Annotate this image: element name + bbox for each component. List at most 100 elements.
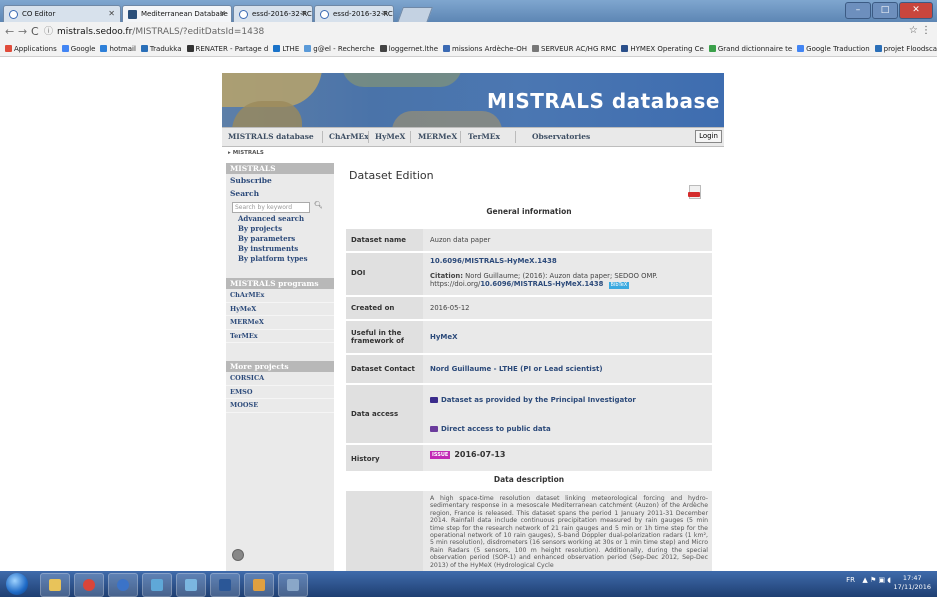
tray-icons[interactable]: ▲ ⚑ ▣ ◖: [862, 576, 891, 584]
app-icon[interactable]: [176, 573, 206, 597]
firefox-icon[interactable]: [108, 573, 138, 597]
search-icon[interactable]: 🔍︎: [314, 201, 323, 209]
back-icon[interactable]: ←: [5, 25, 14, 39]
section-data-description: Data description: [493, 475, 565, 484]
minimize-icon[interactable]: –: [845, 2, 871, 19]
bookmark-item[interactable]: Google Traduction: [797, 42, 870, 56]
nav-hymex[interactable]: HyMeX: [375, 128, 405, 146]
sidebar-by-platform-types[interactable]: By platform types: [226, 254, 334, 264]
folder-icon: [430, 397, 438, 403]
bookmark-item[interactable]: Google: [61, 42, 95, 56]
close-tab-icon[interactable]: ✕: [300, 6, 307, 22]
bookmark-item[interactable]: SERVEUR AC/HG RMC: [532, 42, 616, 56]
bookmark-icon: [273, 45, 281, 52]
nav-mermex[interactable]: MERMeX: [418, 128, 457, 146]
favicon-icon: [239, 10, 248, 19]
tool-icon[interactable]: [278, 573, 308, 597]
url-field[interactable]: mistrals.sedoo.fr/MISTRALS/?editDatsId=1…: [57, 25, 264, 39]
sidebar-by-projects[interactable]: By projects: [226, 224, 334, 234]
sidebar-by-parameters[interactable]: By parameters: [226, 234, 334, 244]
maximize-icon[interactable]: □: [872, 2, 898, 19]
network-icon[interactable]: [142, 573, 172, 597]
info-icon[interactable]: ⓘ: [44, 25, 53, 39]
browser-tab-bar: CO Editor ✕ Mediterranean Database ✕ ess…: [0, 0, 937, 23]
breadcrumb-mistrals[interactable]: MISTRALS: [233, 150, 264, 156]
tab-pdf-rc1[interactable]: essd-2016-32-RC1.pdf ✕: [314, 5, 394, 22]
bookmark-item[interactable]: Grand dictionnaire te: [708, 42, 792, 56]
nav-charmex[interactable]: ChArMEx: [329, 128, 369, 146]
paint-icon[interactable]: [244, 573, 274, 597]
extensions-icon[interactable]: ☆ ⋮: [909, 25, 931, 36]
bookmark-item[interactable]: g@el - Recherche: [304, 42, 375, 56]
explorer-icon[interactable]: [40, 573, 70, 597]
tab-co-editor[interactable]: CO Editor ✕: [3, 5, 121, 22]
clock[interactable]: 17:47 17/11/2016: [894, 574, 931, 592]
loading-icon: [232, 549, 244, 561]
description-box: A high space-time resolution dataset lin…: [346, 491, 712, 575]
bookmark-item[interactable]: Tradukka: [140, 42, 182, 56]
language-indicator[interactable]: FR: [846, 576, 855, 584]
login-button[interactable]: Login: [695, 130, 722, 143]
banner-title: MISTRALS database: [486, 89, 720, 113]
section-general-information: General information: [486, 207, 572, 216]
bookmark-item[interactable]: LTHE: [273, 42, 299, 56]
contact-link[interactable]: Nord Guillaume - LTHE (PI or Lead scient…: [430, 365, 603, 373]
bookmark-item[interactable]: projet Floodscale: [874, 42, 937, 56]
close-tab-icon[interactable]: ✕: [219, 6, 226, 22]
description-text: A high space-time resolution dataset lin…: [430, 495, 708, 569]
info-table: Dataset name Auzon data paper DOI 10.609…: [346, 229, 712, 473]
doi-link[interactable]: 10.6096/MISTRALS-HyMeX.1438: [430, 257, 557, 265]
favicon-icon: [9, 10, 18, 19]
sidebar-item-moose[interactable]: MOOSE: [226, 399, 334, 413]
sidebar-item-mermex[interactable]: MERMeX: [226, 316, 334, 330]
citation-doi-link[interactable]: 10.6096/MISTRALS-HyMeX.1438: [480, 280, 603, 288]
bookmark-icon: [61, 45, 69, 52]
sidebar-header-programs: MISTRALS programs: [226, 278, 334, 289]
pdf-icon[interactable]: [688, 185, 701, 199]
issue-badge[interactable]: ISSUE: [430, 451, 451, 459]
row-label: History: [351, 455, 380, 463]
sidebar-by-instruments[interactable]: By instruments: [226, 244, 334, 254]
bookmark-icon: [304, 45, 312, 52]
sidebar-search[interactable]: Search: [226, 187, 334, 200]
start-button[interactable]: [6, 573, 28, 595]
new-tab-button[interactable]: [397, 7, 433, 23]
forward-icon[interactable]: →: [18, 25, 27, 39]
bookmark-item[interactable]: loggernet.lthe: [379, 42, 438, 56]
bookmark-item[interactable]: HYMEX Operating Ce: [621, 42, 704, 56]
bookmark-icon: [874, 45, 882, 52]
reload-icon[interactable]: C: [31, 25, 39, 39]
bookmark-item[interactable]: Applications: [5, 42, 57, 56]
tab-pdf-rc2[interactable]: essd-2016-32-RC2.pdf ✕: [233, 5, 313, 22]
sidebar-subscribe[interactable]: Subscribe: [226, 174, 334, 187]
close-tab-icon[interactable]: ✕: [381, 6, 388, 22]
row-label: Dataset name: [351, 236, 407, 244]
sidebar-advanced-search[interactable]: Advanced search: [226, 214, 334, 224]
nav-termex[interactable]: TerMEx: [468, 128, 500, 146]
access-pi-link[interactable]: Dataset as provided by the Principal Inv…: [430, 396, 636, 404]
row-label: DOI: [351, 269, 366, 277]
close-window-icon[interactable]: ✕: [899, 2, 933, 19]
window-controls: – □ ✕: [845, 2, 933, 19]
bookmark-item[interactable]: missions Ardèche-OH: [443, 42, 527, 56]
close-tab-icon[interactable]: ✕: [108, 6, 115, 22]
bookmark-item[interactable]: RENATER - Partage d: [186, 42, 268, 56]
bibtex-button[interactable]: BibTeX: [608, 282, 630, 289]
sidebar-item-corsica[interactable]: CORSICA: [226, 372, 334, 386]
sidebar-item-emso[interactable]: EMSO: [226, 386, 334, 399]
access-public-link[interactable]: Direct access to public data: [430, 425, 551, 433]
tab-mediterranean-database[interactable]: Mediterranean Database ✕: [122, 5, 232, 22]
chrome-icon[interactable]: [74, 573, 104, 597]
search-input[interactable]: Search by keyword: [232, 202, 310, 213]
bookmark-icon: [379, 45, 387, 52]
sidebar-item-charmex[interactable]: ChArMEx: [226, 289, 334, 303]
word-icon[interactable]: [210, 573, 240, 597]
site-container: MISTRALS database MISTRALS database ChAr…: [222, 57, 724, 575]
row-label: Useful in the framework of: [351, 329, 404, 345]
bookmark-item[interactable]: hotmail: [100, 42, 136, 56]
nav-observatories[interactable]: Observatories: [532, 128, 590, 146]
sidebar-item-termex[interactable]: TerMEx: [226, 330, 334, 343]
nav-mistrals-database[interactable]: MISTRALS database: [228, 128, 314, 146]
framework-link[interactable]: HyMeX: [430, 333, 458, 341]
sidebar-item-hymex[interactable]: HyMeX: [226, 303, 334, 316]
